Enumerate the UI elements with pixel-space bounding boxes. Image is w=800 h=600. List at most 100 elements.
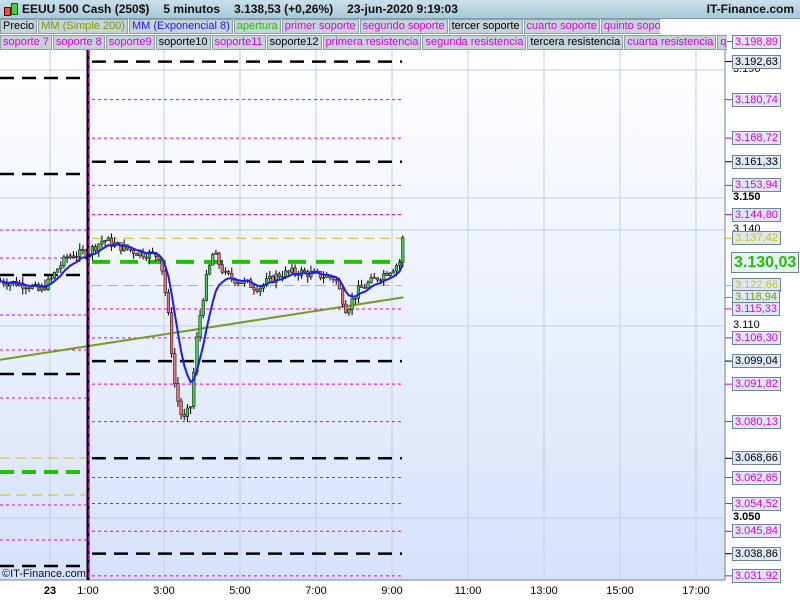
x-tick-label: 11:00	[454, 585, 482, 597]
legend-item[interactable]: primer soporte	[281, 19, 359, 34]
candle-body	[103, 240, 107, 242]
candle-body	[100, 240, 104, 245]
level-label: 3.091,82	[732, 377, 781, 392]
candle-body	[189, 406, 193, 409]
price-change: 3.138,53 (+0,26%)	[234, 2, 334, 16]
level-label: 3.115,33	[732, 301, 781, 316]
candle-body	[385, 273, 389, 276]
level-label: 3.031,92	[732, 568, 781, 583]
legend-item[interactable]: soporte9	[105, 35, 155, 50]
candle-body	[375, 277, 379, 281]
legend-item[interactable]: cuarto soporte	[523, 19, 600, 34]
candle-body	[71, 255, 75, 258]
x-tick-label: 7:00	[305, 585, 327, 597]
candle-body	[379, 279, 383, 282]
candle-body	[382, 273, 386, 281]
candle-body	[258, 287, 262, 292]
legend-item[interactable]: MM (Exponencial 8)	[128, 19, 233, 34]
candle-body	[353, 298, 357, 300]
candle-body	[341, 288, 345, 305]
candle-body	[293, 267, 297, 274]
candle-body	[303, 269, 307, 273]
candle-body	[173, 353, 177, 384]
copyright: ©IT-Finance.com	[2, 568, 86, 580]
legend-item[interactable]: soporte 8	[52, 35, 105, 50]
legend-item[interactable]: segundo soporte	[359, 19, 448, 34]
brand: IT-Finance.com	[706, 2, 794, 16]
candle-body	[394, 265, 398, 272]
candle-body	[170, 312, 174, 354]
candle-body	[391, 270, 395, 274]
candle-body	[201, 300, 205, 316]
y-tick-label: 3.110	[733, 319, 760, 331]
level-label: 3.192,63	[732, 54, 781, 69]
legend-item[interactable]: soporte12	[266, 35, 322, 50]
candle-body	[223, 270, 227, 273]
y-tick-label: 3.150	[733, 191, 761, 203]
legend-item[interactable]: soporte10	[155, 35, 211, 50]
candle-body	[372, 277, 376, 279]
candle-body	[132, 249, 136, 254]
x-tick-label: 17:00	[682, 585, 710, 597]
x-tick-label: 5:00	[229, 585, 251, 597]
candle-body	[78, 249, 82, 257]
legend-item[interactable]: segunda resistencia	[422, 35, 527, 50]
price-chart[interactable]	[0, 0, 800, 600]
candlestick-logo-icon	[2, 2, 18, 16]
candle-body	[81, 249, 85, 252]
candle-body	[277, 273, 281, 277]
x-tick-label: 13:00	[530, 585, 558, 597]
candle-body	[236, 282, 240, 285]
candle-body	[106, 237, 110, 241]
candle-body	[217, 252, 221, 265]
x-tick-label: 3:00	[153, 585, 175, 597]
candle-body	[211, 254, 215, 266]
candle-body	[398, 262, 402, 266]
candle-body	[27, 287, 31, 290]
legend-item[interactable]: cuarta resistencia	[624, 35, 717, 50]
level-label: 3.054,52	[732, 496, 781, 511]
candle-body	[255, 289, 259, 292]
candle-body	[163, 270, 167, 293]
x-tick-label: 9:00	[381, 585, 403, 597]
legend-row-1: Precio MM (Simple 200) MM (Exponencial 8) a…	[0, 19, 660, 34]
candle-body	[287, 270, 291, 273]
level-label: 3.168,72	[732, 131, 781, 146]
candle-body	[344, 303, 348, 314]
legend-item[interactable]: soporte 7	[0, 35, 52, 50]
timeframe: 5 minutos	[163, 2, 221, 16]
level-label: 3.198,89	[732, 34, 781, 49]
candle-body	[75, 256, 79, 258]
legend-item[interactable]: apertura	[233, 19, 281, 34]
legend-item[interactable]: quinta	[717, 35, 727, 50]
candle-body	[185, 407, 189, 417]
candle-body	[347, 309, 351, 314]
candle-body	[176, 383, 180, 402]
legend-item[interactable]: Precio	[0, 19, 38, 34]
legend-item[interactable]: MM (Simple 200)	[38, 19, 128, 34]
datetime: 23-jun-2020 9:19:03	[347, 2, 458, 16]
level-label: 3.045,84	[732, 524, 781, 539]
level-label: 3.080,13	[732, 414, 781, 429]
candle-body	[356, 285, 360, 299]
legend-row-2: soporte 7 soporte 8 soporte9 soporte10 sopor…	[0, 35, 727, 50]
candle-body	[331, 277, 335, 280]
candle-body	[166, 292, 170, 314]
candle-body	[388, 272, 392, 276]
legend-item[interactable]: tercera resistencia	[527, 35, 624, 50]
legend-item[interactable]: soporte11	[211, 35, 266, 50]
candle-body	[363, 287, 367, 289]
title-bar: EEUU 500 Cash (250$) 5 minutos 3.138,53 …	[0, 0, 800, 19]
legend-item[interactable]: tercer soporte	[448, 19, 523, 34]
candle-body	[252, 287, 256, 290]
candle-body	[138, 251, 142, 256]
legend-item[interactable]: quinto soporte	[600, 19, 660, 34]
candle-body	[369, 277, 373, 283]
candle-body	[239, 282, 243, 285]
level-label: 3.068,66	[732, 451, 781, 466]
candle-body	[322, 277, 326, 279]
legend-item[interactable]: primera resistencia	[322, 35, 422, 50]
candle-body	[144, 256, 148, 259]
level-label: 3.106,30	[732, 330, 781, 345]
symbol-name: EEUU 500 Cash (250$)	[22, 2, 150, 16]
